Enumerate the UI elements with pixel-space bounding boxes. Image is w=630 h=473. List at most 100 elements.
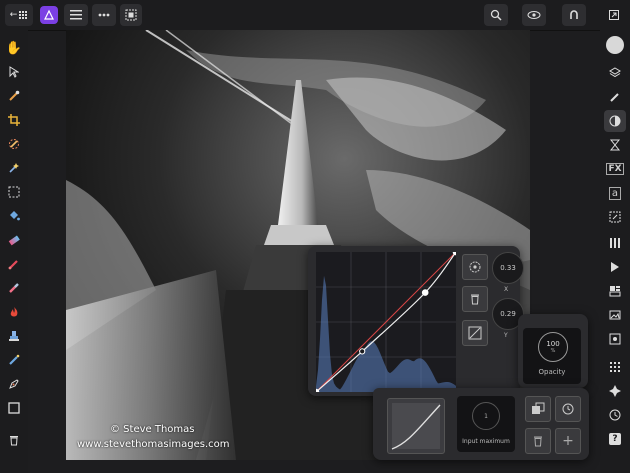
macro-panel-button[interactable] <box>604 256 626 278</box>
burn-tool[interactable] <box>4 302 24 322</box>
curves-panel: 0.33 X 0.29 Y <box>308 246 524 396</box>
more-button[interactable] <box>92 4 116 26</box>
transform-panel-button[interactable] <box>604 206 626 228</box>
top-toolbar: ← <box>0 0 630 31</box>
watermark-url: www.stevethomasimages.com <box>77 439 230 450</box>
x-value: 0.33 <box>500 264 516 272</box>
curve-preset-thumbnail[interactable] <box>387 398 445 454</box>
help-button[interactable]: ? <box>604 428 626 450</box>
marquee-tool[interactable] <box>4 182 24 202</box>
menu-button[interactable] <box>64 4 88 26</box>
tools-panel: ✋ <box>0 30 28 473</box>
curve-preset-icon <box>391 403 441 450</box>
layers-panel-button[interactable] <box>604 62 626 84</box>
navigator-button[interactable] <box>604 380 626 402</box>
erase-icon <box>9 283 19 293</box>
merge-button[interactable] <box>525 396 551 422</box>
adjustments-panel-button[interactable] <box>604 110 626 132</box>
view-mode-icon <box>125 9 137 21</box>
stock-panel-button[interactable] <box>604 280 626 302</box>
brush-panel-icon <box>610 93 619 102</box>
pen-tool[interactable] <box>4 374 24 394</box>
hand-tool[interactable]: ✋ <box>4 38 24 58</box>
y-label: Y <box>504 332 508 339</box>
snap-grid-icon <box>610 362 620 372</box>
reset-curve-button[interactable] <box>462 320 488 346</box>
history-clock-button[interactable] <box>604 404 626 426</box>
crop-icon <box>8 114 20 126</box>
adjustment-options-panel: 1 Input maximum + <box>373 388 589 460</box>
curve-reset-icon <box>468 326 482 340</box>
color-swatch[interactable] <box>604 34 626 56</box>
fullscreen-icon <box>609 10 619 20</box>
zoom-button[interactable] <box>484 4 508 26</box>
reset-adjustment-button[interactable] <box>555 396 581 422</box>
shape-tool[interactable] <box>4 398 24 418</box>
delete-point-button[interactable] <box>462 286 488 312</box>
fx-panel-button[interactable]: FX <box>604 158 626 180</box>
library-icon <box>609 310 621 320</box>
opacity-panel: 100 % Opacity <box>518 314 588 388</box>
trash-icon <box>471 294 479 305</box>
delete-adjustment-button[interactable] <box>525 428 551 454</box>
opacity-unit: % <box>550 348 556 354</box>
burn-icon <box>10 307 18 317</box>
retouch-tool[interactable] <box>4 350 24 370</box>
flood-fill-tool[interactable] <box>4 206 24 226</box>
add-adjustment-button[interactable]: + <box>555 428 581 454</box>
clone-tool[interactable] <box>4 326 24 346</box>
library-panel-button[interactable] <box>604 304 626 326</box>
delete-tool[interactable] <box>4 430 24 450</box>
affinity-photo-icon <box>44 9 54 20</box>
erase-tool[interactable] <box>4 278 24 298</box>
color-picker-icon <box>9 90 20 101</box>
back-arrow-glyph: ← <box>9 10 18 20</box>
snap-grid-button[interactable] <box>604 356 626 378</box>
snapping-button[interactable] <box>562 4 586 26</box>
opacity-control[interactable]: 100 % Opacity <box>523 328 581 384</box>
fullscreen-button[interactable] <box>605 4 623 26</box>
color-picker-tool[interactable] <box>4 86 24 106</box>
curve-point[interactable] <box>359 348 366 355</box>
layers-icon <box>609 67 621 78</box>
input-maximum-dial[interactable]: 1 <box>472 402 500 430</box>
reset-target-icon <box>562 403 574 415</box>
clone-icon <box>9 331 19 341</box>
shape-icon <box>8 402 20 414</box>
history-panel-button[interactable] <box>604 134 626 156</box>
gradient-icon <box>8 235 20 246</box>
input-maximum-label: Input maximum <box>462 438 510 445</box>
opacity-label: Opacity <box>538 368 566 376</box>
channels-icon <box>610 238 620 248</box>
persona-photo-button[interactable] <box>40 6 58 24</box>
brushes-panel-button[interactable] <box>604 86 626 108</box>
back-button[interactable]: ← <box>5 4 33 26</box>
history-clock-icon <box>609 409 621 421</box>
x-value-dial[interactable]: 0.33 <box>492 252 524 284</box>
text-styles-panel-button[interactable]: a <box>604 182 626 204</box>
flood-select-tool[interactable] <box>4 158 24 178</box>
color-icon <box>606 36 624 54</box>
input-maximum-control[interactable]: 1 Input maximum <box>457 396 515 452</box>
selection-brush-tool[interactable] <box>4 134 24 154</box>
navigator-icon <box>609 385 621 397</box>
curves-graph[interactable] <box>316 252 456 392</box>
macro-icon <box>611 262 619 272</box>
opacity-dial[interactable]: 100 % <box>538 332 568 362</box>
channels-panel-button[interactable] <box>604 232 626 254</box>
crop-tool[interactable] <box>4 110 24 130</box>
more-icon <box>98 13 110 17</box>
adjustments-icon <box>609 115 621 127</box>
move-tool[interactable] <box>4 62 24 82</box>
gradient-tool[interactable] <box>4 230 24 250</box>
view-mode-button[interactable] <box>120 4 142 26</box>
x-label: X <box>504 286 509 293</box>
back-grid-icon: ← <box>10 10 29 20</box>
text-styles-icon: a <box>608 186 622 200</box>
picker-button[interactable] <box>462 254 488 280</box>
paint-brush-tool[interactable] <box>4 254 24 274</box>
curve-point[interactable] <box>421 289 429 296</box>
input-maximum-value: 1 <box>484 412 488 420</box>
view-button[interactable] <box>522 4 546 26</box>
settings-panel-button[interactable] <box>604 328 626 350</box>
